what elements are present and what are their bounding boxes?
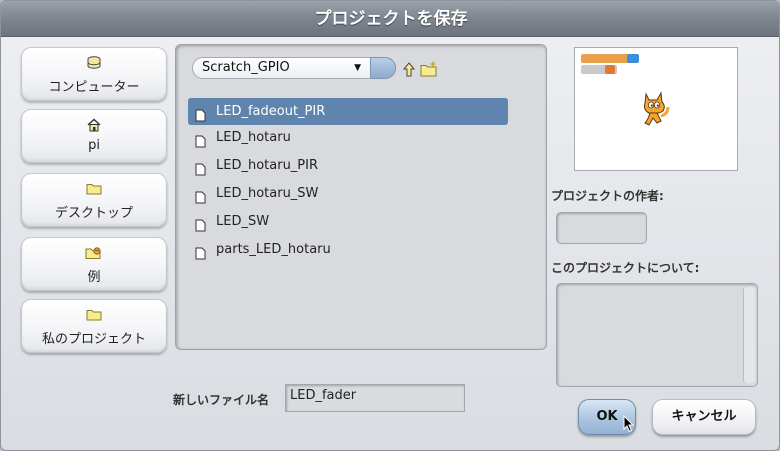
about-textarea[interactable] [556,283,758,387]
file-item[interactable]: parts_LED_hotaru [188,236,508,263]
scratch-cat-icon [637,90,671,134]
file-name: parts_LED_hotaru [216,242,331,257]
sidebar-item-my-projects[interactable]: 私のプロジェクト [21,299,167,353]
folder-icon [22,182,166,198]
chevron-down-icon: ▼ [354,63,361,73]
filename-input[interactable]: LED_fader [285,384,465,412]
drive-icon [22,56,166,72]
sidebar-item-label: コンピューター [48,80,140,95]
folder-icon [22,308,166,324]
thumbnail-script-block [605,65,615,74]
sidebar-item-examples[interactable]: 例 [21,237,167,291]
save-project-dialog: プロジェクトを保存 コンピューター pi デスクトップ 例 私のプロジェクト S… [0,0,780,451]
file-name: LED_hotaru [216,130,291,145]
examples-icon [22,246,166,262]
sidebar-item-label: 私のプロジェクト [41,332,146,347]
file-item[interactable]: LED_hotaru_SW [188,180,508,207]
home-icon [22,118,166,134]
file-item[interactable]: LED_SW [188,208,508,235]
file-name: LED_hotaru_PIR [216,158,319,173]
folder-select[interactable]: Scratch_GPIO ▼ [192,57,396,79]
sidebar-item-pi[interactable]: pi [21,109,167,163]
dialog-titlebar[interactable]: プロジェクトを保存 [1,1,779,37]
project-thumbnail [574,47,738,171]
about-label: このプロジェクトについて: [551,261,700,275]
mouse-cursor-icon [623,414,635,437]
folder-select-button[interactable] [370,57,396,79]
file-name: LED_SW [216,214,270,229]
new-folder-icon[interactable] [420,61,438,81]
file-name: LED_hotaru_SW [216,186,319,201]
author-field[interactable] [556,212,647,244]
sidebar-item-computer[interactable]: コンピューター [21,47,167,101]
up-folder-icon[interactable] [402,62,416,82]
sidebar-item-desktop[interactable]: デスクトップ [21,173,167,227]
file-item[interactable]: LED_fadeout_PIR [188,98,508,125]
author-label: プロジェクトの作者: [551,189,664,203]
thumbnail-script-block [627,54,639,63]
file-item[interactable]: LED_hotaru [188,124,508,151]
file-name: LED_fadeout_PIR [216,104,326,119]
filename-label: 新しいファイル名 [173,393,270,407]
about-scrollbar[interactable] [743,287,755,383]
folder-select-value: Scratch_GPIO [202,60,290,75]
file-item[interactable]: LED_hotaru_PIR [188,152,508,179]
sidebar-item-label: pi [88,138,100,153]
dialog-title: プロジェクトを保存 [314,9,468,29]
file-browser-panel: Scratch_GPIO ▼ LED_fadeout_PIR LED_hotar… [175,44,547,350]
sidebar-item-label: 例 [87,270,101,285]
document-icon [195,243,206,270]
cancel-button[interactable]: キャンセル [652,399,756,435]
sidebar-item-label: デスクトップ [54,206,133,221]
